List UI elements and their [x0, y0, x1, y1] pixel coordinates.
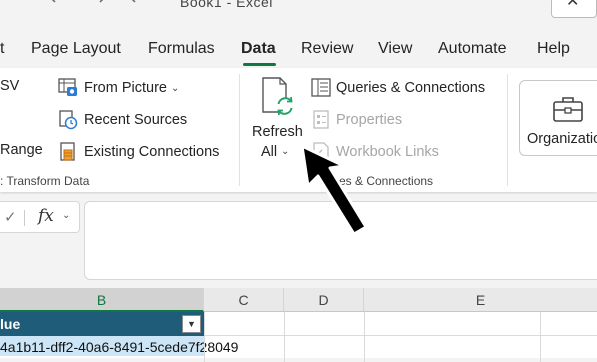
title-bar: Book1 - Excel ✕	[0, 0, 597, 28]
queries-connections-button[interactable]: Queries & Connections	[311, 78, 485, 98]
chevron-down-icon[interactable]: ⌄	[62, 210, 70, 221]
existing-connections-icon	[58, 142, 78, 162]
from-text-csv-button[interactable]: SV	[0, 78, 19, 94]
recent-sources-button[interactable]: Recent Sources	[58, 110, 187, 130]
tab-review[interactable]: Review	[301, 40, 353, 58]
insert-function-button[interactable]: fx	[38, 206, 54, 226]
chevron-down-icon: ⌄	[171, 82, 180, 94]
active-tab-indicator	[243, 63, 276, 66]
queries-connections-label: Queries & Connections	[336, 80, 486, 96]
group-separator	[239, 74, 240, 186]
chevron-down-icon: ▼	[187, 319, 196, 329]
column-header-d[interactable]: D	[284, 288, 364, 312]
gridline	[364, 312, 365, 362]
organization-label: Organization	[527, 131, 597, 147]
from-table-range-button[interactable]: Range	[0, 142, 43, 158]
tab-help[interactable]: Help	[537, 40, 570, 58]
tab-insert[interactable]: t	[0, 40, 4, 58]
queries-connections-icon	[311, 78, 331, 98]
close-button[interactable]: ✕	[551, 0, 597, 18]
recent-sources-icon	[58, 110, 78, 130]
ribbon-tabs: t Page Layout Formulas Data Review View …	[0, 28, 597, 68]
refresh-all-label-line2: All	[261, 144, 278, 160]
csv-label: SV	[0, 78, 20, 94]
properties-icon	[311, 110, 331, 130]
formula-bar-controls: ✓ fx ⌄	[0, 201, 80, 233]
tab-automate[interactable]: Automate	[438, 40, 506, 58]
empty-cells-row[interactable]	[204, 312, 597, 336]
properties-label: Properties	[336, 112, 403, 128]
column-header-c[interactable]: C	[204, 288, 284, 312]
picture-icon	[58, 78, 78, 98]
existing-connections-button[interactable]: Existing Connections	[58, 142, 219, 162]
recent-sources-label: Recent Sources	[84, 112, 188, 128]
tab-page-layout[interactable]: Page Layout	[31, 40, 121, 58]
properties-button[interactable]: Properties	[311, 110, 402, 130]
cell-value: 4a1b11-dff2-40a6-8491-5cede7f28049	[0, 339, 239, 355]
filter-dropdown-button[interactable]: ▼	[182, 315, 201, 333]
organization-button[interactable]: Organization	[519, 80, 597, 156]
mouse-cursor-icon	[300, 144, 368, 236]
group-separator	[507, 74, 508, 186]
quick-access-icons[interactable]	[40, 0, 160, 10]
tab-data[interactable]: Data	[241, 40, 276, 58]
gridline	[284, 312, 285, 362]
tab-formulas[interactable]: Formulas	[148, 40, 215, 58]
refresh-icon	[260, 76, 296, 116]
tab-view[interactable]: View	[378, 40, 412, 58]
briefcase-icon	[552, 95, 584, 123]
from-picture-label: From Picture	[84, 80, 167, 96]
range-label: Range	[0, 142, 43, 158]
gridline	[204, 312, 205, 362]
chevron-down-icon: ⌄	[281, 146, 290, 157]
gridline	[540, 312, 541, 362]
close-icon: ✕	[566, 0, 580, 10]
column-header-e[interactable]: E	[364, 288, 597, 312]
window-title: Book1 - Excel	[180, 0, 273, 10]
enter-check-icon[interactable]: ✓	[4, 208, 17, 226]
divider	[24, 210, 25, 226]
table-header-cell[interactable]: lue	[0, 312, 204, 336]
existing-connections-label: Existing Connections	[84, 144, 220, 160]
group-label-get-transform: : Transform Data	[0, 174, 90, 188]
from-picture-button[interactable]: From Picture ⌄	[58, 78, 179, 98]
gridline	[204, 335, 597, 336]
column-header-b[interactable]: B	[0, 288, 204, 312]
